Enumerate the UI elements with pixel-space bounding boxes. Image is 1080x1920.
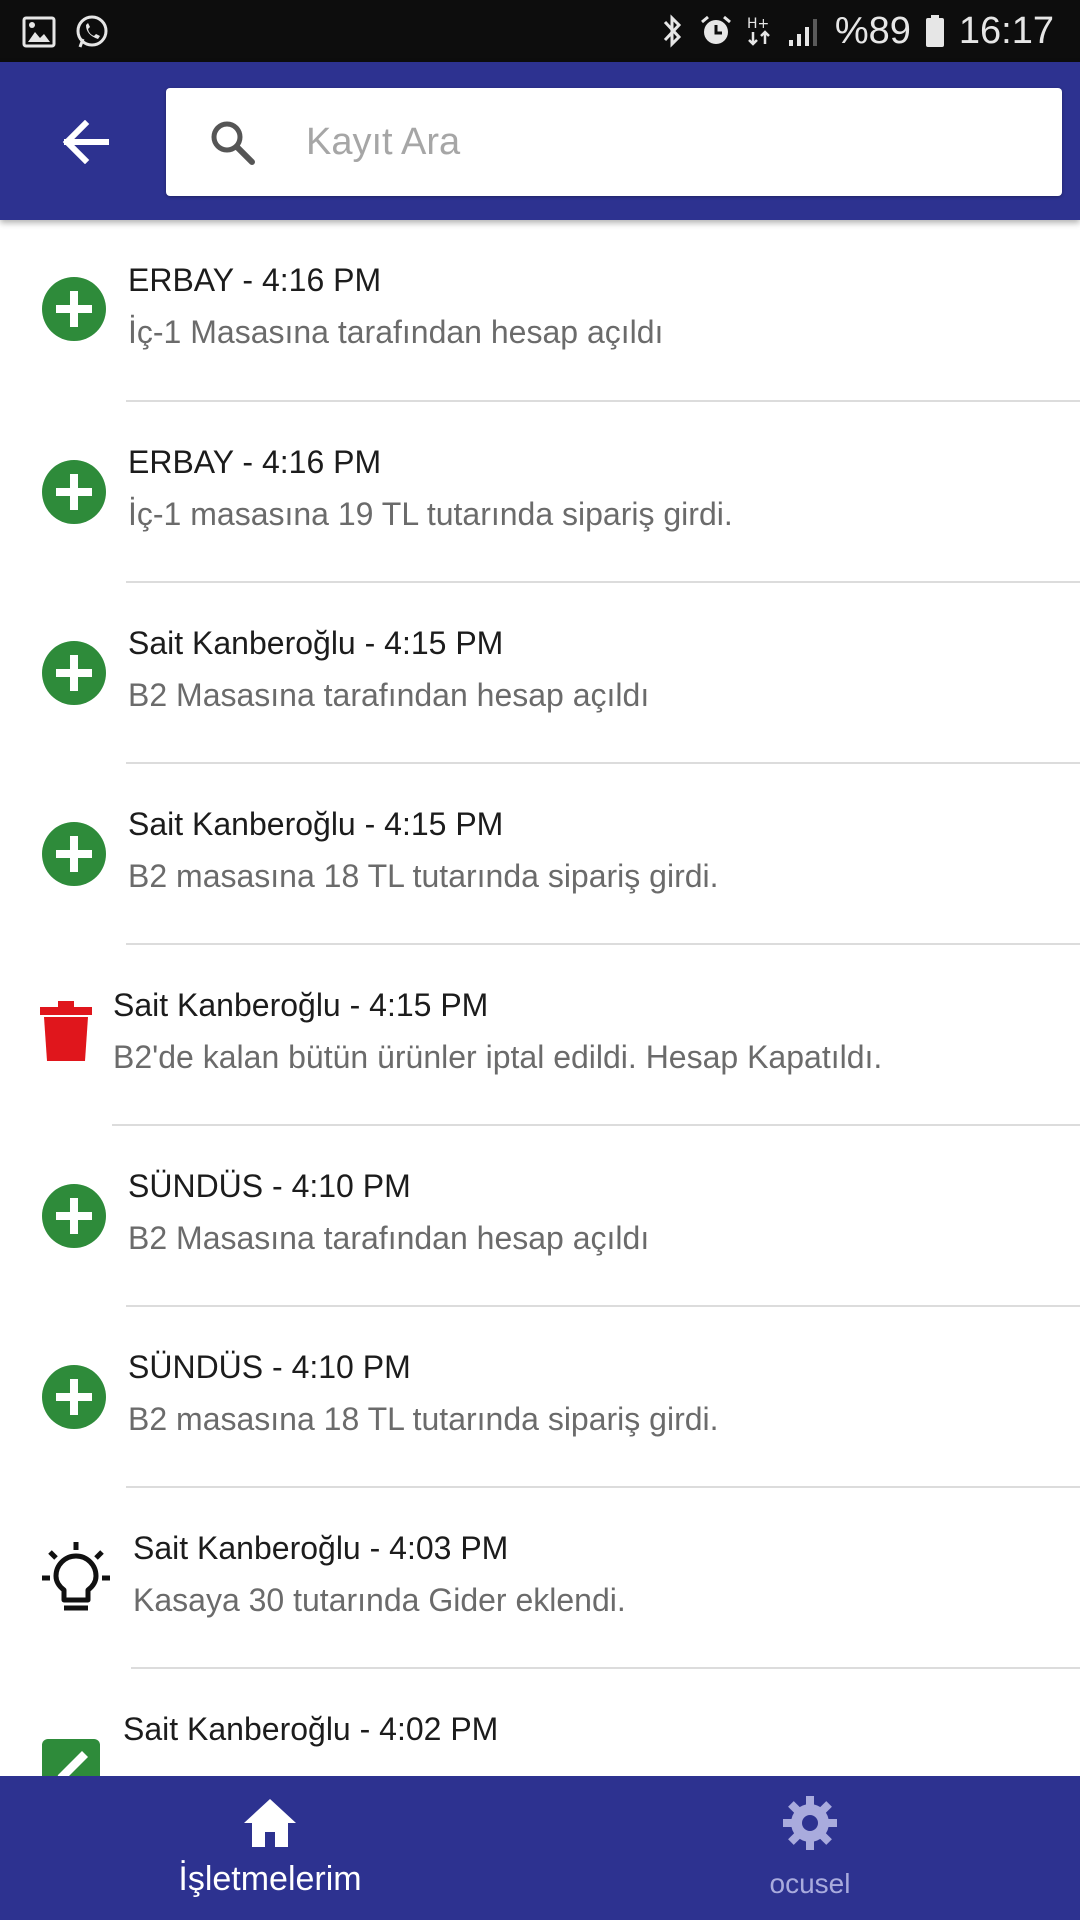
feed-item-detail: İç-1 masasına 19 TL tutarında sipariş gi…: [128, 496, 733, 532]
app-bar: [0, 62, 1080, 220]
search-input[interactable]: [306, 88, 1046, 196]
feed-item-title: SÜNDÜS - 4:10 PM: [128, 1168, 411, 1204]
feed-item[interactable]: SÜNDÜS - 4:10 PM B2 Masasına tarafından …: [0, 1126, 1080, 1307]
tab-label: İşletmelerim: [178, 1860, 362, 1898]
add-circle-icon: [42, 277, 106, 341]
feed-item-detail: Kasaya 30 tutarında Gider eklendi.: [133, 1582, 626, 1618]
add-circle-icon: [42, 1365, 106, 1429]
feed-item-title: Sait Kanberoğlu - 4:02 PM: [123, 1711, 499, 1747]
feed-item[interactable]: Sait Kanberoğlu - 4:15 PM B2'de kalan bü…: [0, 945, 1080, 1126]
feed-item[interactable]: Sait Kanberoğlu - 4:15 PM B2 Masasına ta…: [0, 583, 1080, 764]
trash-icon: [40, 1001, 92, 1061]
whatsapp-notification-icon: [74, 14, 110, 50]
search-bar[interactable]: [166, 88, 1062, 196]
feed-item[interactable]: ERBAY - 4:16 PM İç-1 masasına 19 TL tuta…: [0, 402, 1080, 583]
arrow-back-icon: [62, 120, 109, 164]
status-notification-icons: [22, 14, 110, 50]
feed-item-detail: B2 masasına 18 TL tutarında sipariş gird…: [128, 1401, 719, 1437]
tab-ocusel[interactable]: ocusel: [540, 1776, 1080, 1920]
feed-item-detail: B2 Masasına tarafından hesap açıldı: [128, 1220, 650, 1256]
gallery-notification-icon: [22, 15, 56, 49]
home-icon: [244, 1799, 296, 1847]
bluetooth-icon: [661, 13, 685, 49]
feed-item-detail: B2'de kalan bütün ürünler iptal edildi. …: [113, 1039, 883, 1075]
feed-item-title: Sait Kanberoğlu - 4:03 PM: [133, 1530, 509, 1566]
feed-item[interactable]: Sait Kanberoğlu - 4:03 PM Kasaya 30 tuta…: [0, 1488, 1080, 1669]
signal-strength-icon: [787, 14, 821, 48]
feed-item-detail: B2 masasına 18 TL tutarında sipariş gird…: [128, 858, 719, 894]
edit-icon: [42, 1739, 100, 1776]
search-icon: [211, 121, 255, 165]
tab-isletmelerim[interactable]: İşletmelerim: [0, 1776, 540, 1920]
feed-item-detail: İç-1 Masasına tarafından hesap açıldı: [128, 314, 664, 350]
bottom-navigation: İşletmelerim ocusel: [0, 1776, 1080, 1920]
feed-item[interactable]: SÜNDÜS - 4:10 PM B2 masasına 18 TL tutar…: [0, 1307, 1080, 1488]
tab-label: ocusel: [769, 1868, 851, 1899]
feed-item[interactable]: ERBAY - 4:16 PM İç-1 Masasına tarafından…: [0, 220, 1080, 402]
activity-feed[interactable]: ERBAY - 4:16 PM İç-1 Masasına tarafından…: [0, 220, 1080, 1776]
feed-item-title: SÜNDÜS - 4:10 PM: [128, 1349, 411, 1385]
add-circle-icon: [42, 822, 106, 886]
feed-item[interactable]: Sait Kanberoğlu - 4:15 PM B2 masasına 18…: [0, 764, 1080, 945]
svg-text:H+: H+: [747, 16, 769, 32]
feed-item[interactable]: Sait Kanberoğlu - 4:02 PM: [0, 1669, 1080, 1776]
status-system-icons: H+ %89 16:17: [661, 6, 1054, 56]
clock: 16:17: [958, 9, 1054, 52]
add-circle-icon: [42, 1184, 106, 1248]
back-button[interactable]: [50, 114, 120, 170]
battery-icon: [925, 14, 945, 48]
status-bar: H+ %89 16:17: [0, 0, 1080, 62]
feed-item-title: ERBAY - 4:16 PM: [128, 444, 382, 480]
alarm-icon: [699, 14, 733, 48]
feed-item-title: Sait Kanberoğlu - 4:15 PM: [113, 987, 489, 1023]
feed-item-title: Sait Kanberoğlu - 4:15 PM: [128, 806, 504, 842]
add-circle-icon: [42, 641, 106, 705]
lightbulb-icon: [42, 1542, 110, 1611]
feed-item-detail: B2 Masasına tarafından hesap açıldı: [128, 677, 650, 713]
feed-item-title: ERBAY - 4:16 PM: [128, 262, 382, 298]
battery-percentage: %89: [834, 9, 911, 52]
settings-gear-icon: [783, 1796, 837, 1850]
network-hplus-icon: H+: [747, 14, 773, 48]
feed-item-title: Sait Kanberoğlu - 4:15 PM: [128, 625, 504, 661]
add-circle-icon: [42, 460, 106, 524]
